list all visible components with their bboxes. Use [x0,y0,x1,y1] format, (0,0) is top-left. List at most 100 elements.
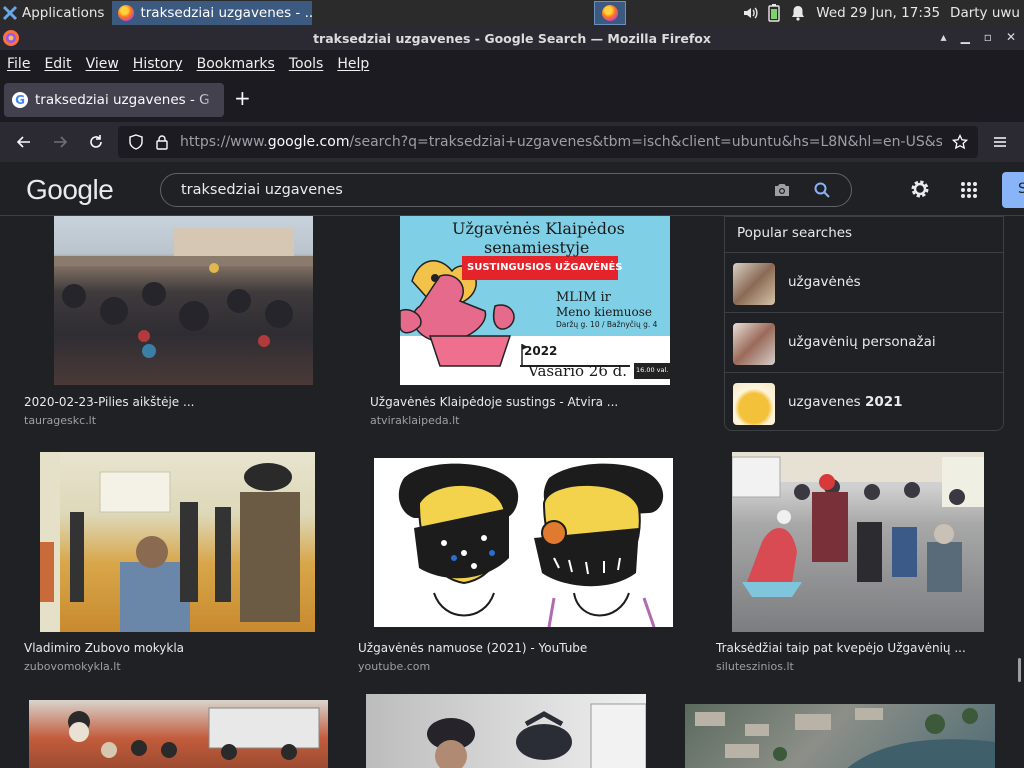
result-image[interactable] [685,704,995,768]
poster-time: 16.00 val. [636,366,669,374]
url-prefix: https://www. [180,134,268,150]
result-source[interactable]: atviraklaipeda.lt [370,414,459,427]
url-path: /search?q=traksedziai+uzgavenes&tbm=isch… [349,134,942,150]
poster-year: 2022 [524,344,558,358]
result-image[interactable] [366,694,646,768]
url-bar[interactable]: https://www.google.com/search?q=traksedz… [118,126,978,158]
search-box[interactable]: traksedziai uzgavenes [160,173,852,207]
os-top-panel: Applications traksedziai uzgavenes - ...… [0,0,1024,26]
url-text[interactable]: https://www.google.com/search?q=traksedz… [180,134,942,150]
result-title[interactable]: Užgavėnės Klaipėdoje sustings - Atvira .… [370,395,618,409]
result-title[interactable]: 2020-02-23-Pilies aikštėje ... [24,395,194,409]
sign-in-button[interactable]: S [1002,172,1024,208]
popular-search-label: užgavėnių personažai [788,334,936,350]
menu-bookmarks[interactable]: Bookmarks [197,56,275,72]
taskbar-window-label: traksedziai uzgavenes - ... [140,5,313,21]
navigation-bar: https://www.google.com/search?q=traksedz… [0,122,1024,162]
notifications-icon[interactable] [790,5,806,21]
settings-gear-icon[interactable] [909,178,931,200]
hamburger-menu-icon [994,137,1006,147]
popular-searches-title: Popular searches [737,225,853,241]
battery-icon[interactable] [768,4,780,22]
firefox-logo-icon [3,30,19,46]
window-title: traksedziai uzgavenes - Google Search — … [313,30,711,46]
window-titlebar[interactable]: traksedziai uzgavenes - Google Search — … [0,26,1024,50]
popular-search-label: uzgavenes 2021 [788,394,903,410]
window-minimize-button[interactable]: ▁ [961,30,970,44]
poster-banner: SUSTINGUSIOS UŽGAVĖNĖS [467,262,623,273]
lock-icon[interactable] [154,134,170,150]
firefox-icon [118,5,135,21]
popular-search-item[interactable]: užgavėnių personažai [725,312,1003,372]
result-image[interactable]: Užgavėnės Klaipėdos senamiestyje SUSTING… [400,216,670,385]
result-title[interactable]: Užgavėnės namuose (2021) - YouTube [358,641,587,655]
result-source[interactable]: zubovomokykla.lt [24,660,121,673]
taskbar-firefox-window[interactable]: traksedziai uzgavenes - ... [112,1,313,25]
image-results: 2020-02-23-Pilies aikštėje ... tauragesk… [0,216,1024,768]
poster-subheading: senamiestyje [484,238,590,257]
poster-address: Daržų g. 10 / Bažnyčių g. 4 [556,320,658,329]
firefox-launcher[interactable] [594,1,626,25]
popular-search-thumbnail [733,323,775,365]
result-source[interactable]: taurageskc.lt [24,414,96,427]
tab-google-search[interactable]: G traksedziai uzgavenes - G [4,83,224,117]
poster-organizer-2: Meno kiemuose [556,305,652,319]
popular-search-thumbnail [733,263,775,305]
menu-edit[interactable]: Edit [44,56,71,72]
result-image[interactable] [40,452,315,632]
result-image[interactable] [374,458,673,627]
result-image[interactable] [732,452,984,632]
menu-view[interactable]: View [86,56,119,72]
menu-bar: File Edit View History Bookmarks Tools H… [0,50,1024,78]
camera-search-icon[interactable] [773,182,791,198]
clock[interactable]: Wed 29 Jun, 17:35 [816,5,940,21]
google-favicon-icon: G [12,92,28,108]
forward-button[interactable] [48,130,72,154]
poster-date: Vasario 26 d. [528,362,628,380]
result-image[interactable] [54,216,313,385]
back-button[interactable] [12,130,36,154]
window-maximize-button[interactable]: ▫ [984,30,992,44]
search-icon[interactable] [813,181,831,199]
volume-icon[interactable] [742,5,758,21]
menu-help[interactable]: Help [337,56,369,72]
window-close-button[interactable]: ✕ [1006,30,1016,44]
arrow-left-icon [16,136,30,148]
result-source[interactable]: youtube.com [358,660,430,673]
new-tab-button[interactable]: + [234,88,251,108]
reload-icon [90,135,102,148]
popular-search-item[interactable]: uzgavenes 2021 [725,372,1003,432]
result-source[interactable]: siluteszinios.lt [716,660,794,673]
arrow-right-icon [54,136,68,148]
poster-organizer-1: MLIM ir [556,290,611,305]
xfce-icon [2,5,18,21]
search-input[interactable]: traksedziai uzgavenes [181,182,343,198]
app-menu-button[interactable] [988,130,1012,154]
applications-label: Applications [22,5,105,21]
popular-search-label: užgavėnės [788,274,861,290]
result-title[interactable]: Vladimiro Zubovo mokykla [24,641,184,655]
page-scrollbar[interactable] [1018,658,1021,682]
tab-strip: G traksedziai uzgavenes - G + [0,78,1024,122]
result-title[interactable]: Traksėdžiai taip pat kvepėjo Užgavėnių .… [716,641,966,655]
url-host: google.com [267,134,350,150]
bookmark-star-icon[interactable] [952,134,968,150]
user-menu[interactable]: Darty uwu [950,5,1020,21]
tab-title: traksedziai uzgavenes - G [35,92,210,108]
applications-menu[interactable]: Applications [0,0,108,26]
poster-heading: Užgavėnės Klaipėdos [452,219,625,238]
menu-file[interactable]: File [7,56,30,72]
google-header: Google traksedziai uzgavenes S [0,162,1024,216]
apps-grid-icon[interactable] [960,181,978,199]
reload-button[interactable] [84,130,108,154]
result-image[interactable] [29,700,328,768]
window-shade-button[interactable]: ▴ [941,30,947,44]
popular-search-thumbnail [733,383,775,425]
firefox-icon [602,5,618,21]
google-logo[interactable]: Google [26,174,114,206]
popular-search-item[interactable]: užgavėnės [725,252,1003,312]
shield-icon[interactable] [128,134,144,150]
menu-tools[interactable]: Tools [289,56,324,72]
menu-history[interactable]: History [133,56,183,72]
popular-searches-panel: Popular searches užgavėnės užgavėnių per… [724,216,1004,431]
